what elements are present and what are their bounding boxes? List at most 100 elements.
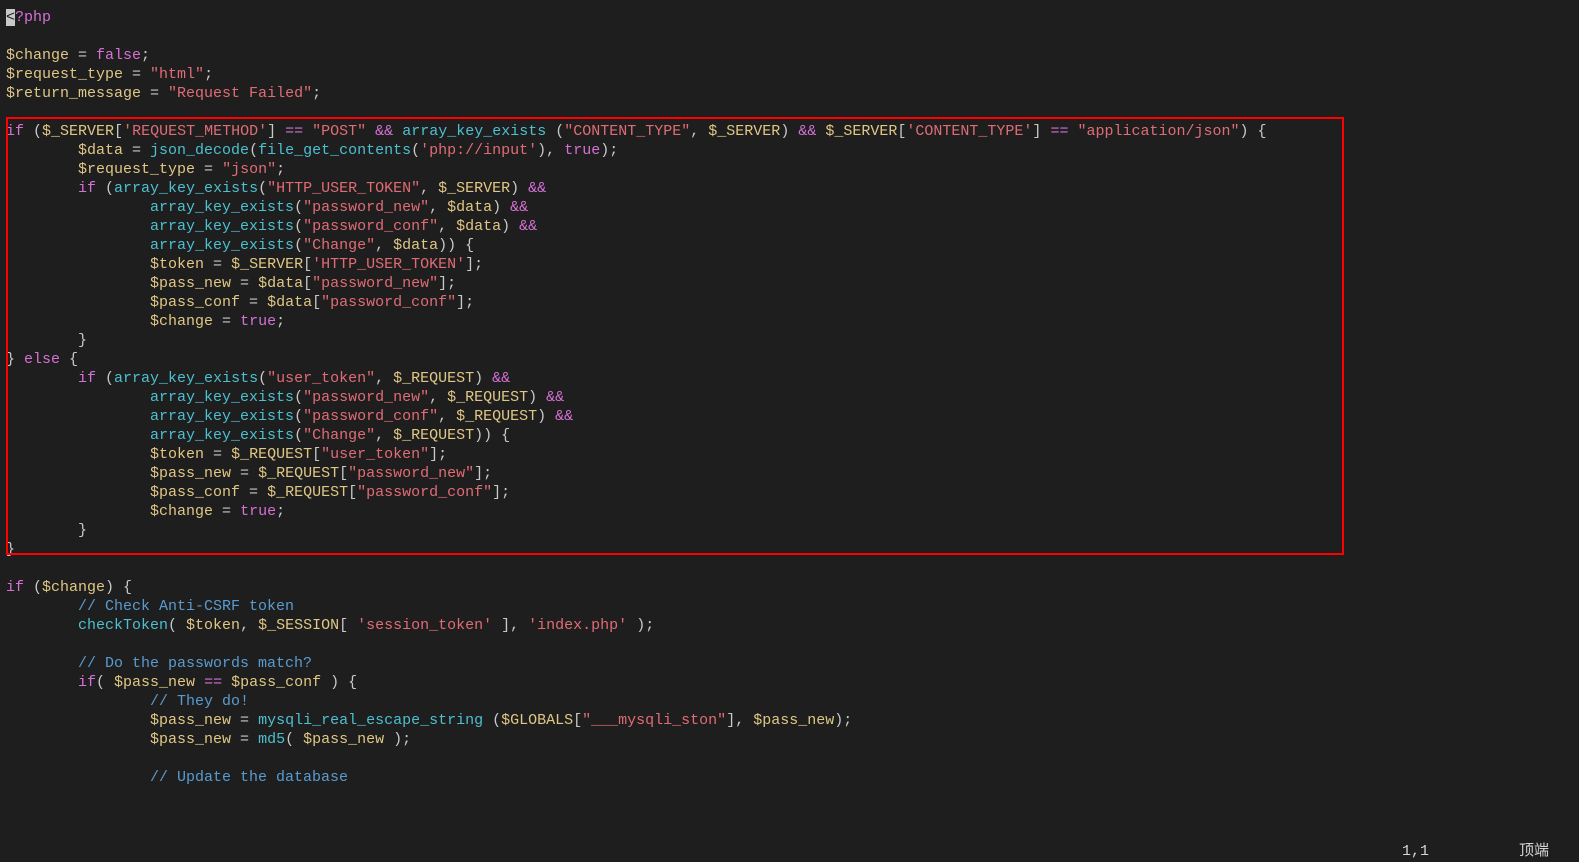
code-line[interactable]: $pass_new = $data["password_new"]; [6,274,1573,293]
code-line[interactable]: array_key_exists("password_conf", $_REQU… [6,407,1573,426]
token: 'CONTENT_TYPE' [906,123,1032,140]
token: $data [393,237,438,254]
code-line[interactable]: $pass_conf = $data["password_conf"]; [6,293,1573,312]
token: $_SESSION [258,617,339,634]
token [6,218,150,235]
token: } [6,541,15,558]
token: [ [339,617,357,634]
token: $data [447,199,492,216]
token: = [231,731,258,748]
code-editor[interactable]: <?php $change = false;$request_type = "h… [0,0,1579,862]
code-line[interactable]: $change = true; [6,312,1573,331]
token: ( [411,142,420,159]
token: ]; [465,256,483,273]
token: ), [537,142,564,159]
token: array_key_exists [402,123,546,140]
code-line[interactable]: // They do! [6,692,1573,711]
code-line[interactable] [6,103,1573,122]
code-line[interactable]: array_key_exists("Change", $_REQUEST)) { [6,426,1573,445]
token: ( [483,712,501,729]
token: $pass_new [150,731,231,748]
code-line[interactable]: // Update the database [6,768,1573,787]
token: "user_token" [267,370,375,387]
code-line[interactable]: } [6,540,1573,559]
token: ) [780,123,798,140]
code-line[interactable]: array_key_exists("Change", $data)) { [6,236,1573,255]
code-line[interactable] [6,27,1573,46]
token: $token [150,446,204,463]
code-line[interactable]: $request_type = "html"; [6,65,1573,84]
code-line[interactable]: } [6,331,1573,350]
token: 'REQUEST_METHOD' [123,123,267,140]
code-line[interactable]: $pass_new = $_REQUEST["password_new"]; [6,464,1573,483]
code-line[interactable]: $token = $_SERVER['HTTP_USER_TOKEN']; [6,255,1573,274]
token: && [528,180,546,197]
token [6,617,78,634]
token: 'index.php' [528,617,627,634]
code-line[interactable] [6,749,1573,768]
token: = [231,712,258,729]
token: $_REQUEST [393,370,474,387]
code-line[interactable]: $token = $_REQUEST["user_token"]; [6,445,1573,464]
token: ] [1032,123,1050,140]
token: ; [276,313,285,330]
token: $return_message [6,85,141,102]
token: $_SERVER [231,256,303,273]
code-line[interactable]: checkToken( $token, $_SESSION[ 'session_… [6,616,1573,635]
code-line[interactable] [6,559,1573,578]
code-line[interactable]: if (array_key_exists("HTTP_USER_TOKEN", … [6,179,1573,198]
token: = [69,47,96,64]
token [6,598,78,615]
code-line[interactable]: $pass_new = mysqli_real_escape_string ($… [6,711,1573,730]
code-line[interactable]: array_key_exists("password_new", $data) … [6,198,1573,217]
token: ( [258,180,267,197]
code-line[interactable]: $return_message = "Request Failed"; [6,84,1573,103]
code-line[interactable]: <?php [6,8,1573,27]
token: ) { [321,674,357,691]
code-line[interactable]: $data = json_decode(file_get_contents('p… [6,141,1573,160]
token: ( [294,218,303,235]
code-line[interactable]: $pass_new = md5( $pass_new ); [6,730,1573,749]
token: ], [726,712,753,729]
code-line[interactable]: array_key_exists("password_conf", $data)… [6,217,1573,236]
token: ) [501,218,519,235]
token: == [285,123,303,140]
code-line[interactable]: array_key_exists("password_new", $_REQUE… [6,388,1573,407]
token: 'php://input' [420,142,537,159]
code-line[interactable]: } [6,521,1573,540]
token [816,123,825,140]
token: } [6,332,87,349]
token: ( [96,674,114,691]
token: && [546,389,564,406]
token: ; [312,85,321,102]
code-line[interactable]: if ($_SERVER['REQUEST_METHOD'] == "POST"… [6,122,1573,141]
token: [ [312,294,321,311]
token [6,655,78,672]
token: = [123,142,150,159]
token: ) [492,199,510,216]
code-line[interactable]: if (array_key_exists("user_token", $_REQ… [6,369,1573,388]
code-line[interactable]: if ($change) { [6,578,1573,597]
token: // Do the passwords match? [78,655,312,672]
token: $change [150,503,213,520]
code-line[interactable]: if( $pass_new == $pass_conf ) { [6,673,1573,692]
code-line[interactable]: } else { [6,350,1573,369]
token: ( [258,370,267,387]
token: [ [573,712,582,729]
token: "Change" [303,237,375,254]
code-line[interactable]: // Do the passwords match? [6,654,1573,673]
code-line[interactable]: // Check Anti-CSRF token [6,597,1573,616]
token: 'HTTP_USER_TOKEN' [312,256,465,273]
token: $pass_new [150,465,231,482]
code-line[interactable] [6,635,1573,654]
token: ( [96,180,114,197]
token: ) [510,180,528,197]
code-line[interactable]: $pass_conf = $_REQUEST["password_conf"]; [6,483,1573,502]
code-area[interactable]: <?php $change = false;$request_type = "h… [0,0,1579,795]
code-line[interactable]: $request_type = "json"; [6,160,1573,179]
token: && [519,218,537,235]
code-line[interactable]: $change = true; [6,502,1573,521]
token: if [78,674,96,691]
code-line[interactable]: $change = false; [6,46,1573,65]
token: ] [267,123,285,140]
